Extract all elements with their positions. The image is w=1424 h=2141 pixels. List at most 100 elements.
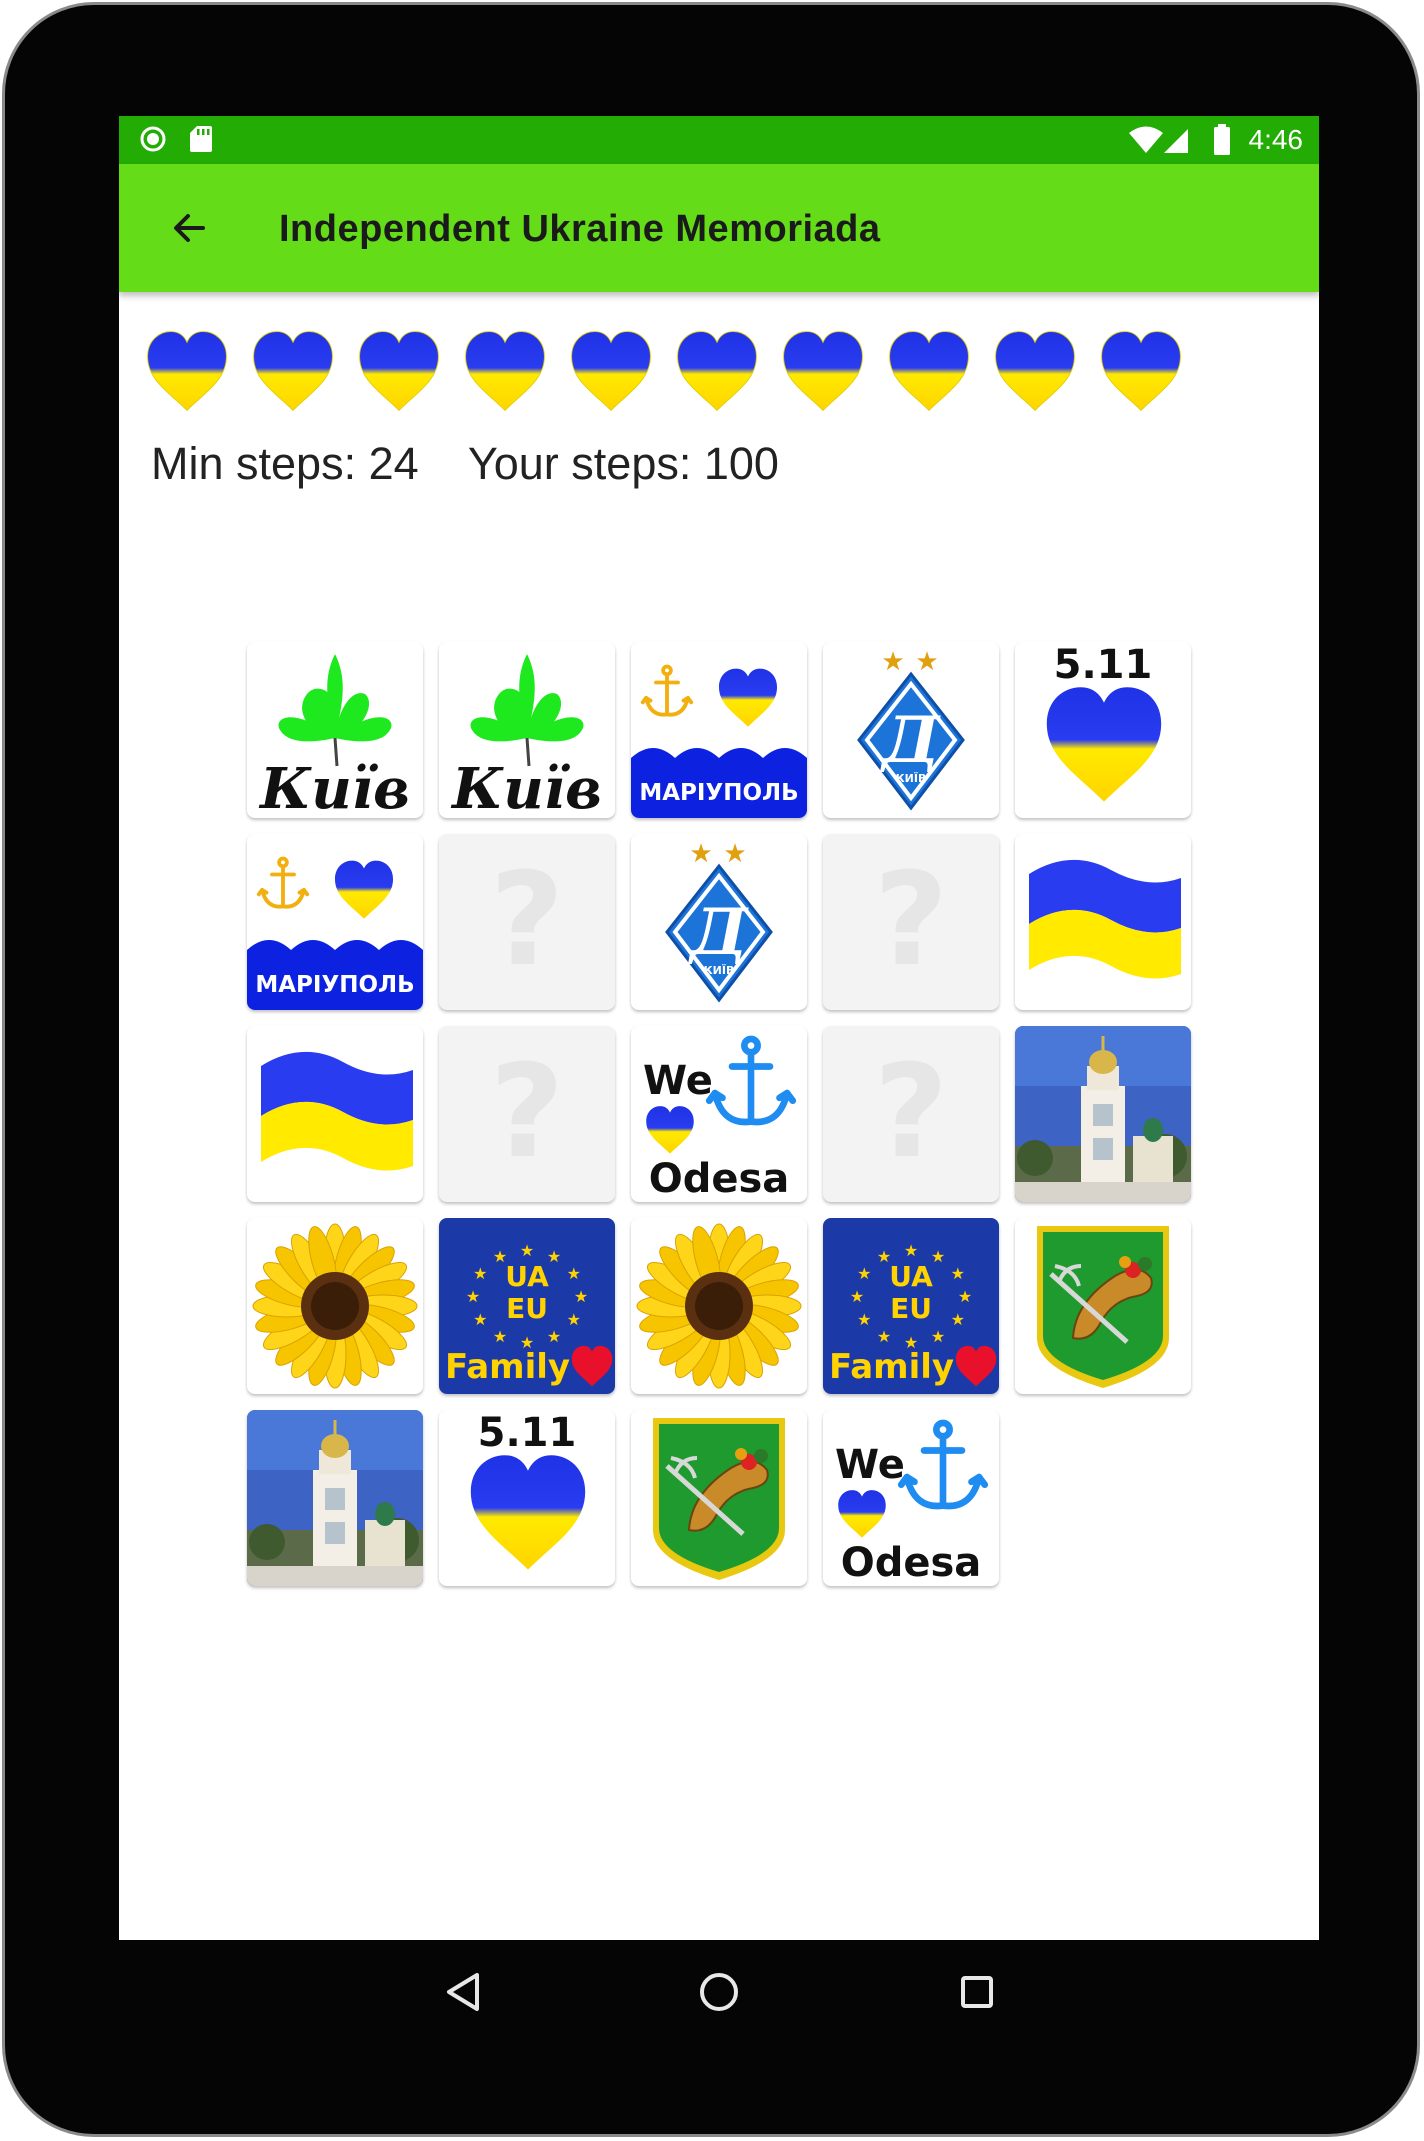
church-card-art (1015, 1026, 1191, 1202)
card-uaeu[interactable]: ★ ★ ★ ★ ★ ★ ★ ★ ★ ★ ★ ★ UA EU Family (439, 1218, 615, 1394)
svg-text:★: ★ (951, 1264, 965, 1283)
svg-text:★: ★ (574, 1287, 588, 1306)
svg-text:★: ★ (547, 1327, 561, 1346)
card-dynamo[interactable]: ★ ★ Д КИЇВ (631, 834, 807, 1010)
card-heart511[interactable]: 5.11 (1015, 642, 1191, 818)
dynamo-card-art: ★ ★ Д КИЇВ (631, 834, 807, 1010)
your-steps-label: Your steps: (467, 438, 692, 489)
card-mariupol[interactable]: МАРІУПОЛЬ (247, 834, 423, 1010)
card-church[interactable] (1015, 1026, 1191, 1202)
mariupol-card-art: МАРІУПОЛЬ (247, 834, 423, 1010)
card-hidden[interactable]: ? (439, 834, 615, 1010)
svg-text:★: ★ (857, 1310, 871, 1329)
card-dynamo[interactable]: ★ ★ Д КИЇВ (823, 642, 999, 818)
svg-text:★: ★ (915, 647, 938, 677)
dynamo-card-art: ★ ★ Д КИЇВ (823, 642, 999, 818)
home-circle-icon[interactable] (697, 1970, 741, 2014)
status-time: 4:46 (1248, 124, 1304, 155)
ukraine-heart-icon (147, 331, 227, 412)
flag-card-art (247, 1026, 423, 1202)
hidden-card-art: ? (490, 846, 564, 995)
svg-text:★: ★ (857, 1264, 871, 1283)
recents-square-icon[interactable] (959, 1974, 995, 2010)
svg-text:★: ★ (466, 1287, 480, 1306)
card-sunflower[interactable] (247, 1218, 423, 1394)
hidden-card-art: ? (874, 1038, 948, 1187)
svg-text:Odesa: Odesa (649, 1156, 790, 1202)
memory-board: Київ Київ МАРІУПОЛЬ ★ ★ Д КИЇВ 5.11 МАРІ… (247, 642, 1247, 1642)
card-kyiv[interactable]: Київ (439, 642, 615, 818)
heart511-card-art: 5.11 (1015, 642, 1191, 818)
back-triangle-icon[interactable] (445, 1972, 481, 2012)
svg-text:Odesa: Odesa (841, 1540, 982, 1586)
card-sunflower[interactable] (631, 1218, 807, 1394)
svg-text:КИЇВ: КИЇВ (896, 771, 927, 785)
arrow-left-icon[interactable] (163, 202, 215, 254)
church-card-art (247, 1410, 423, 1586)
card-mariupol[interactable]: МАРІУПОЛЬ (631, 642, 807, 818)
app-bar: Independent Ukraine Memoriada (119, 164, 1319, 292)
hidden-mark: ? (490, 1038, 564, 1187)
svg-text:Family: Family (445, 1347, 570, 1387)
ukraine-heart-icon (465, 331, 545, 412)
svg-text:5.11: 5.11 (1054, 642, 1153, 688)
svg-text:★: ★ (547, 1247, 561, 1266)
status-bar: 4:46 (119, 116, 1319, 164)
ukraine-heart-icon (783, 331, 863, 412)
ukraine-heart-icon (571, 331, 651, 412)
card-hidden[interactable]: ? (823, 1026, 999, 1202)
sd-card-icon (190, 126, 212, 152)
screen: 4:46 Independent Ukraine Memoriada Min s… (119, 116, 1319, 1940)
svg-text:Д: Д (688, 895, 750, 970)
ukraine-heart-icon (995, 331, 1075, 412)
system-nav-bar (119, 1940, 1319, 2042)
card-flag[interactable] (1015, 834, 1191, 1010)
card-heart511[interactable]: 5.11 (439, 1410, 615, 1586)
steps-stats: Min steps: 24 Your steps: 100 (151, 438, 779, 490)
kharkiv-card-art (1015, 1218, 1191, 1394)
sunflower-card-art (247, 1218, 423, 1394)
ukraine-heart-icon (889, 331, 969, 412)
svg-text:МАРІУПОЛЬ: МАРІУПОЛЬ (255, 972, 414, 998)
svg-text:★: ★ (520, 1241, 534, 1260)
svg-text:★: ★ (958, 1287, 972, 1306)
hidden-card-art: ? (490, 1038, 564, 1187)
svg-text:Family: Family (829, 1347, 954, 1387)
ukraine-heart-icon (677, 331, 757, 412)
hidden-mark: ? (874, 846, 948, 995)
battery-icon (1214, 124, 1230, 155)
your-steps-value: 100 (703, 438, 779, 489)
flag-card-art (1015, 834, 1191, 1010)
svg-text:Київ: Київ (258, 756, 410, 818)
svg-text:★: ★ (904, 1241, 918, 1260)
card-church[interactable] (247, 1410, 423, 1586)
svg-text:★: ★ (567, 1310, 581, 1329)
card-kyiv[interactable]: Київ (247, 642, 423, 818)
svg-text:★: ★ (881, 647, 904, 677)
svg-text:★: ★ (931, 1247, 945, 1266)
card-hidden[interactable]: ? (823, 834, 999, 1010)
svg-text:★: ★ (931, 1327, 945, 1346)
app-title: Independent Ukraine Memoriada (279, 208, 881, 250)
card-odesa[interactable]: We Odesa (823, 1410, 999, 1586)
kharkiv-card-art (631, 1410, 807, 1586)
svg-text:5.11: 5.11 (478, 1410, 577, 1456)
svg-text:★: ★ (723, 839, 746, 869)
svg-text:КИЇВ: КИЇВ (704, 963, 735, 977)
sunflower-card-art (631, 1218, 807, 1394)
odesa-card-art: We Odesa (823, 1410, 999, 1586)
card-kharkiv[interactable] (1015, 1218, 1191, 1394)
svg-text:★: ★ (473, 1310, 487, 1329)
sync-icon (140, 126, 166, 152)
card-kharkiv[interactable] (631, 1410, 807, 1586)
card-flag[interactable] (247, 1026, 423, 1202)
uaeu-card-art: ★ ★★★★★★★★★★★ UA EU Family (823, 1218, 999, 1394)
ukraine-heart-icon (253, 331, 333, 412)
card-hidden[interactable]: ? (439, 1026, 615, 1202)
card-uaeu[interactable]: ★ ★ ★ ★ ★ ★ ★ ★ ★ ★ ★ ★ UA EU Family (823, 1218, 999, 1394)
min-steps-label: Min steps: (151, 438, 357, 489)
card-odesa[interactable]: We Odesa (631, 1026, 807, 1202)
ukraine-heart-icon (1101, 331, 1181, 412)
svg-text:★: ★ (493, 1327, 507, 1346)
svg-text:UA: UA (505, 1260, 549, 1293)
